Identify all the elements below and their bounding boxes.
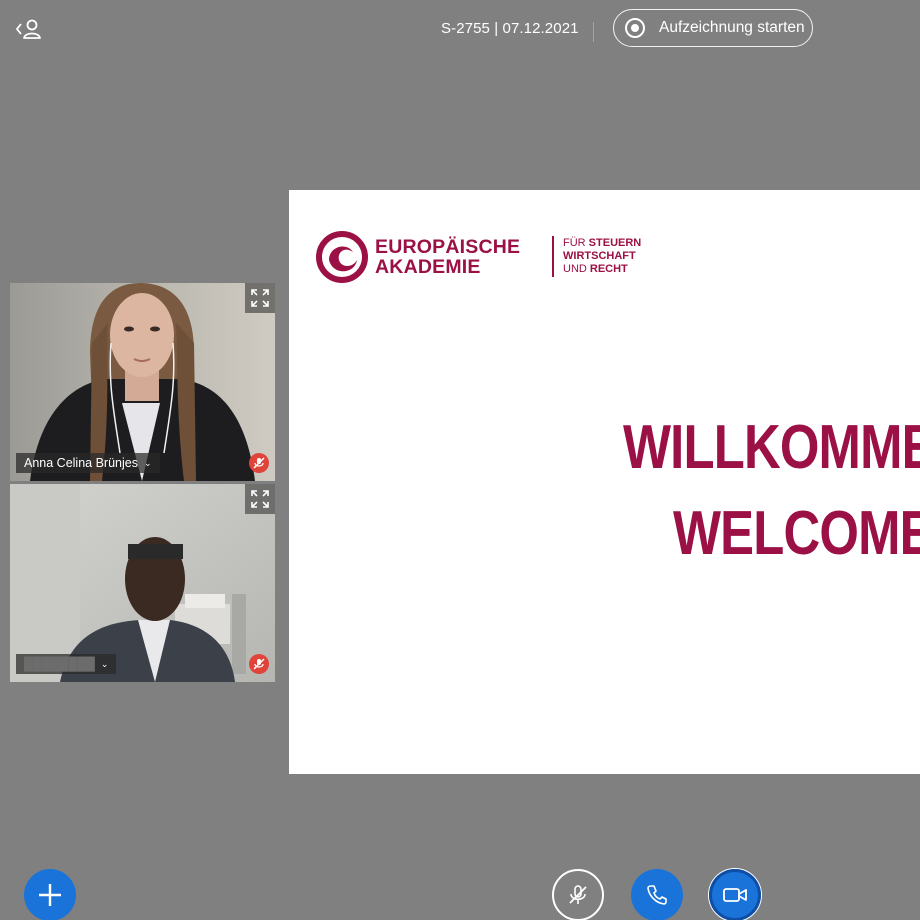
header-divider — [593, 22, 594, 42]
logo-mark-icon — [316, 231, 368, 283]
chevron-down-icon: ⌄ — [100, 658, 109, 669]
expand-video-button[interactable] — [245, 283, 275, 313]
presentation-slide: EUROPÄISCHE AKADEMIE FÜR STEUERN WIRTSCH… — [289, 190, 920, 774]
logo-line-2: AKADEMIE — [375, 256, 481, 278]
record-icon — [625, 18, 645, 38]
mic-off-icon — [253, 457, 265, 469]
logo-divider — [552, 236, 554, 277]
leave-call-button[interactable] — [631, 869, 683, 920]
participant-video — [10, 484, 275, 682]
start-recording-button[interactable]: Aufzeichnung starten — [613, 9, 813, 47]
meeting-app: S-2755 | 07.12.2021 Aufzeichnung starten — [0, 0, 920, 920]
logo-sub-steuern: STEUERN — [588, 237, 642, 249]
slide-heading-2: WELCOME — [673, 499, 920, 568]
add-button[interactable] — [24, 869, 76, 920]
plus-icon — [39, 884, 61, 906]
mic-off-icon — [253, 658, 265, 670]
video-tile-participant-2[interactable]: ████████ ⌄ — [10, 484, 275, 682]
participant-name-badge[interactable]: Anna Celina Brünjes ⌄ — [16, 453, 160, 473]
participant-video — [10, 283, 275, 481]
phone-icon — [647, 885, 667, 905]
camera-toggle-button[interactable] — [709, 869, 761, 920]
logo-sub-recht: RECHT — [589, 263, 628, 275]
logo-sub-und: UND — [563, 263, 590, 275]
participant-name: Anna Celina Brünjes — [24, 456, 138, 470]
participants-toggle-button[interactable] — [14, 16, 46, 42]
meeting-info: S-2755 | 07.12.2021 — [441, 20, 579, 37]
muted-indicator — [249, 654, 269, 674]
slide-heading-1: WILLKOMMEN — [623, 413, 920, 482]
logo-line-1: EUROPÄISCHE — [375, 236, 521, 258]
expand-icon — [251, 490, 269, 508]
participant-name: ████████ — [24, 657, 95, 671]
chevron-down-icon: ⌄ — [143, 457, 152, 468]
expand-video-button[interactable] — [245, 484, 275, 514]
logo-wordmark: EUROPÄISCHE AKADEMIE — [375, 237, 520, 277]
logo-sub-prefix: FÜR — [563, 237, 589, 249]
camera-icon — [723, 888, 747, 902]
microphone-toggle-button[interactable] — [552, 869, 604, 920]
mic-off-icon — [569, 885, 587, 904]
user-icon — [15, 19, 41, 39]
logo-sub-wirtschaft: WIRTSCHAFT — [563, 250, 636, 262]
start-recording-label: Aufzeichnung starten — [659, 19, 805, 36]
expand-icon — [251, 289, 269, 307]
logo-subtitle: FÜR STEUERN WIRTSCHAFT UND RECHT — [563, 237, 641, 276]
muted-indicator — [249, 453, 269, 473]
video-tile-anna[interactable]: Anna Celina Brünjes ⌄ — [10, 283, 275, 481]
participant-name-badge[interactable]: ████████ ⌄ — [16, 654, 117, 674]
